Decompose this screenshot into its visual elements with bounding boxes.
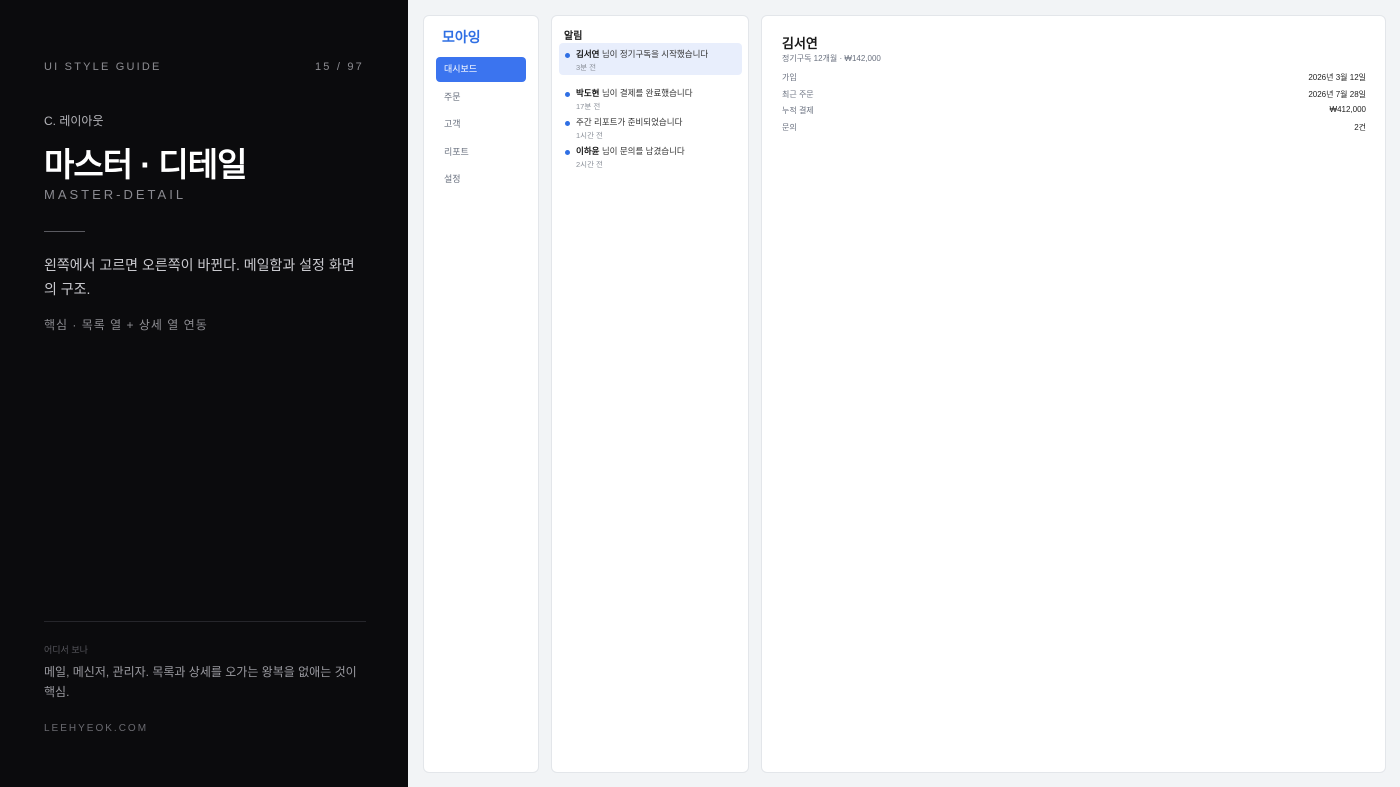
guide-description: 왼쪽에서 고르면 오른쪽이 바뀐다. 메일함과 설정 화면의 구조. [44,257,355,297]
detail-fields: 가입 2026년 3월 12일 최근 주문 2026년 7월 28일 누적 결제… [782,72,1366,138]
detail-key: 최근 주문 [782,89,814,99]
detail-value: 2건 [1354,122,1366,132]
item-text: 주간 리포트가 준비되었습니다 [576,117,683,127]
unread-dot-icon [565,150,570,155]
site-link[interactable]: LEEHYEOK.COM [44,723,148,734]
page-counter: 15 / 97 [314,61,364,73]
list-item[interactable]: 주간 리포트가 준비되었습니다 1시간 전 [559,111,742,140]
detail-meta: 정기구독 12개월 · ₩142,000 [782,54,881,63]
nav-menu: 대시보드 주문 고객 리포트 설정 [436,57,526,195]
unread-dot-icon [565,53,570,58]
item-time: 2시간 전 [576,160,603,169]
guide-core-note: 핵심 · 목록 열 + 상세 열 연동 [44,318,208,332]
detail-value: 2026년 7월 28일 [1308,89,1366,99]
where-label: 어디서 보나 [44,645,88,655]
nav-item-dashboard[interactable]: 대시보드 [436,57,526,82]
divider [44,231,85,232]
detail-value: ₩412,000 [1329,105,1366,114]
item-name: 김서연 [576,49,600,59]
guide-label: UI STYLE GUIDE [44,61,162,73]
nav-item-reports[interactable]: 리포트 [436,140,526,165]
nav-panel: 모아잉 대시보드 주문 고객 리포트 설정 [423,15,539,773]
item-text: 님이 정기구독을 시작했습니다 [599,49,709,59]
notification-list: 김서연 님이 정기구독을 시작했습니다 3분 전 박도현 님이 결제를 완료했습… [559,43,742,169]
detail-value: 2026년 3월 12일 [1308,73,1366,82]
item-name: 이하윤 [576,146,600,156]
nav-item-customers[interactable]: 고객 [436,112,526,137]
detail-key: 누적 결제 [782,106,814,115]
bottom-divider [44,621,366,622]
where-text: 메일, 메신저, 관리자. 목록과 상세를 오가는 왕복을 없애는 것이 핵심. [44,665,357,699]
item-name: 박도현 [576,88,600,98]
unread-dot-icon [565,92,570,97]
guide-header: UI STYLE GUIDE 15 / 97 [44,61,364,73]
guide-panel: UI STYLE GUIDE 15 / 97 C. 레이아웃 마스터 · 디테일… [0,0,408,787]
list-item[interactable]: 박도현 님이 결제를 완료했습니다 17분 전 [559,82,742,111]
nav-item-orders[interactable]: 주문 [436,85,526,110]
list-item[interactable]: 이하윤 님이 문의를 남겼습니다 2시간 전 [559,140,742,169]
list-title: 알림 [564,31,583,42]
item-text: 님이 문의를 남겼습니다 [599,146,685,156]
detail-row: 누적 결제 ₩412,000 [782,105,1366,122]
item-time: 3분 전 [576,63,597,72]
detail-key: 문의 [782,122,797,132]
guide-subtitle: MASTER-DETAIL [44,187,187,202]
detail-row: 문의 2건 [782,122,1366,139]
section-label: C. 레이아웃 [44,114,104,128]
detail-row: 최근 주문 2026년 7월 28일 [782,89,1366,106]
detail-panel: 김서연 정기구독 12개월 · ₩142,000 가입 2026년 3월 12일… [761,15,1386,773]
unread-dot-icon [565,121,570,126]
list-item[interactable]: 김서연 님이 정기구독을 시작했습니다 3분 전 [559,43,742,75]
detail-name: 김서연 [782,36,818,51]
detail-row: 가입 2026년 3월 12일 [782,72,1366,89]
notification-list-panel: 알림 김서연 님이 정기구독을 시작했습니다 3분 전 박도현 님이 결제를 완… [551,15,749,773]
guide-title: 마스터 · 디테일 [44,146,247,183]
detail-key: 가입 [782,73,797,82]
item-text: 님이 결제를 완료했습니다 [599,88,693,98]
nav-item-settings[interactable]: 설정 [436,167,526,192]
brand-logo[interactable]: 모아잉 [442,27,481,47]
